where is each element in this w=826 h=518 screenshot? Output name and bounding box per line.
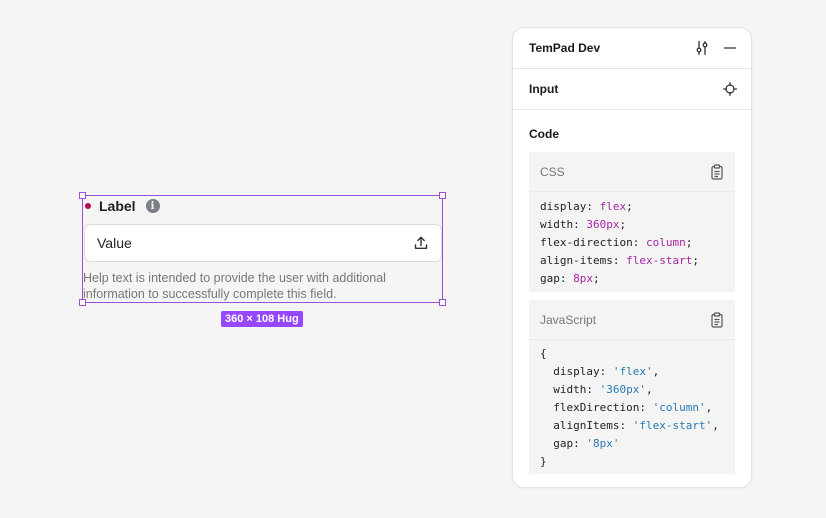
css-code[interactable]: display: flex; width: 360px; flex-directio… <box>529 192 735 292</box>
css-property: align-items: <box>540 254 627 267</box>
js-property: display: <box>540 365 613 378</box>
js-value: '360px' <box>599 383 646 396</box>
js-line: flexDirection: 'column', <box>540 399 724 417</box>
js-lang-label: JavaScript <box>540 312 597 327</box>
help-text: Help text is intended to provide the use… <box>83 271 386 301</box>
code-heading: Code <box>529 127 559 141</box>
panel-header[interactable]: TemPad Dev <box>513 28 751 69</box>
semicolon: ; <box>619 218 627 231</box>
css-property: width: <box>540 218 587 231</box>
css-code-block: CSS display: flex; width: 360px; flex-dire… <box>529 152 735 292</box>
js-line: display: 'flex', <box>540 363 724 381</box>
js-value: 'flex' <box>612 365 653 378</box>
semicolon: ; <box>685 236 693 249</box>
css-value: 360px <box>586 218 620 231</box>
js-brace-close: } <box>540 455 547 468</box>
value-text: Value <box>97 235 132 251</box>
css-value: 8px <box>573 272 593 285</box>
css-line: flex-direction: column; <box>540 234 724 252</box>
js-property: flexDirection: <box>540 401 653 414</box>
clipboard-icon[interactable] <box>708 311 726 329</box>
semicolon: ; <box>692 254 699 267</box>
minimize-icon[interactable] <box>721 39 739 57</box>
panel-title: TemPad Dev <box>529 41 601 55</box>
js-code-block: JavaScript { display: 'flex', width: '36… <box>529 300 735 474</box>
js-property: gap: <box>540 437 587 450</box>
js-code[interactable]: { display: 'flex', width: '360px', flexD… <box>529 340 735 474</box>
js-value: 'column' <box>652 401 706 414</box>
header-icons <box>693 39 739 57</box>
node-row: Input <box>513 69 751 110</box>
semicolon: ; <box>626 200 633 213</box>
clipboard-icon[interactable] <box>708 163 726 181</box>
css-property: flex-direction: <box>540 236 646 249</box>
css-line: display: flex; <box>540 198 724 216</box>
code-section: Code CSS display: flex; width: 360px; flex… <box>513 110 751 474</box>
js-value: '8px' <box>586 437 620 450</box>
css-value: flex-start <box>626 254 693 267</box>
semicolon: ; <box>593 272 600 285</box>
tempad-panel: TemPad Dev Input Code CSS display: flex;… <box>512 27 752 488</box>
comma: , <box>652 365 660 378</box>
field-label: Label <box>99 198 136 214</box>
comma: , <box>712 419 719 432</box>
info-icon[interactable]: i <box>145 199 160 213</box>
resize-handle-bottom-right[interactable] <box>439 299 446 306</box>
crosshair-icon[interactable] <box>721 80 739 98</box>
css-lang-label: CSS <box>540 164 565 179</box>
js-line: width: '360px', <box>540 381 724 399</box>
js-line: gap: '8px' <box>540 435 724 453</box>
js-property: width: <box>540 383 600 396</box>
js-property: alignItems: <box>540 419 633 432</box>
field-label-row: Label i <box>85 196 160 216</box>
js-code-header: JavaScript <box>529 300 735 340</box>
css-value: flex <box>599 200 627 213</box>
upload-icon[interactable] <box>413 235 429 251</box>
js-line: alignItems: 'flex-start', <box>540 417 724 435</box>
css-line: gap: 8px; <box>540 270 724 288</box>
sliders-icon[interactable] <box>693 39 711 57</box>
required-indicator <box>85 203 91 209</box>
node-name: Input <box>529 82 559 96</box>
value-input[interactable]: Value <box>84 224 442 262</box>
comma: , <box>645 383 653 396</box>
comma: , <box>705 401 713 414</box>
resize-handle-top-right[interactable] <box>439 192 446 199</box>
css-property: display: <box>540 200 600 213</box>
css-line: width: 360px; <box>540 216 724 234</box>
css-property: gap: <box>540 272 574 285</box>
css-code-header: CSS <box>529 152 735 192</box>
size-badge: 360 × 108 Hug <box>221 311 303 327</box>
css-line: align-items: flex-start; <box>540 252 724 270</box>
css-value: column <box>645 236 686 249</box>
js-brace-open: { <box>540 347 547 360</box>
js-value: 'flex-start' <box>632 419 713 432</box>
